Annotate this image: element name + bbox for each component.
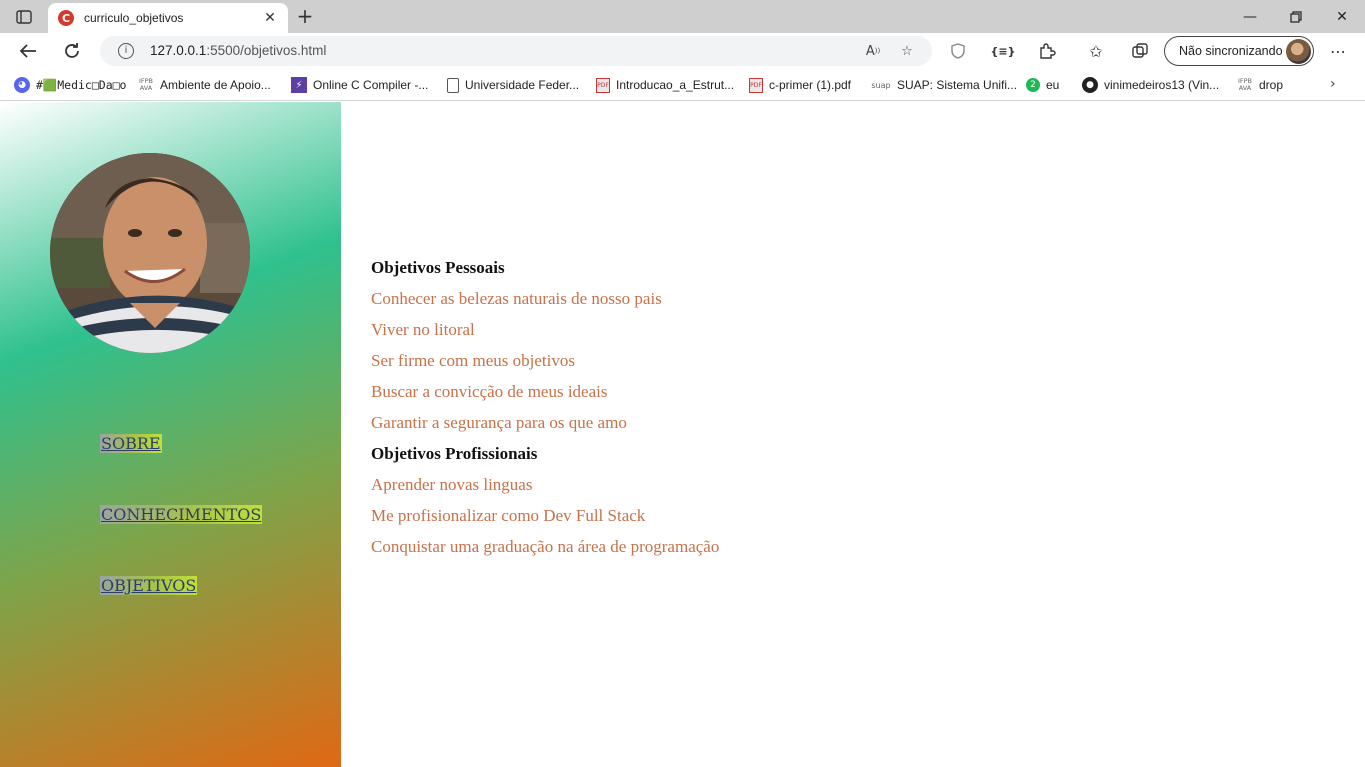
profile-avatar	[1286, 39, 1311, 64]
tab-title: curriculo_objetivos	[84, 11, 184, 25]
nav-link-sobre[interactable]: SOBRE	[100, 434, 162, 453]
discord-icon: ◕	[14, 77, 30, 93]
bookmark-label: vinimedeiros13 (Vin...	[1104, 78, 1220, 92]
objective-item: Conquistar uma graduação na área de prog…	[371, 537, 720, 556]
objective-item: Garantir a segurança para os que amo	[371, 413, 627, 432]
address-url[interactable]: 127.0.0.1:5500/objetivos.html	[150, 43, 326, 58]
objective-item: Me profisionalizar como Dev Full Stack	[371, 506, 646, 525]
ifpb-ava-icon: IFPB AVA	[138, 77, 154, 92]
favorites-icon[interactable]: ✩	[1082, 37, 1110, 65]
bookmark-item[interactable]: suap SUAP: Sistema Unifi...	[871, 76, 1017, 94]
profile-photo	[50, 153, 250, 353]
bookmark-item[interactable]: Universidade Feder...	[447, 76, 579, 94]
bookmark-item[interactable]: ● vinimedeiros13 (Vin...	[1082, 76, 1219, 94]
browser-toolbar: i 127.0.0.1:5500/objetivos.html A)) ☆ {≡…	[0, 33, 1365, 69]
bookmarks-bar: ◕ #🟩Medic□Da□o IFPB AVA Ambiente de Apoio..…	[0, 69, 1365, 101]
site-info-icon[interactable]: i	[118, 43, 134, 59]
tab-strip: C curriculo_objetivos ✕ + — ✕	[0, 0, 1365, 33]
new-tab-icon[interactable]: +	[293, 4, 317, 28]
tab-actions-icon[interactable]	[8, 6, 40, 28]
bookmark-label: #🟩Medic□Da□o	[36, 78, 127, 92]
url-host: 127.0.0.1	[150, 43, 207, 58]
nav-link-objetivos[interactable]: OBJETIVOS	[100, 576, 198, 595]
restore-icon[interactable]	[1273, 0, 1319, 33]
nav-link-conhecimentos[interactable]: CONHECIMENTOS	[100, 505, 263, 524]
bookmark-item[interactable]: PDF Introducao_a_Estrut...	[596, 76, 734, 94]
ifpb-ava-icon: IFPB AVA	[1237, 77, 1253, 92]
sidebar: SOBRE CONHECIMENTOS OBJETIVOS	[0, 102, 341, 767]
bookmark-item[interactable]: IFPB AVA drop	[1237, 76, 1283, 94]
minimize-icon[interactable]: —	[1227, 0, 1273, 33]
objectives-content: Objetivos Pessoais Conhecer as belezas n…	[371, 257, 719, 567]
back-icon[interactable]	[14, 37, 42, 65]
bookmark-item[interactable]: 2 eu	[1026, 76, 1059, 94]
badge-icon: 2	[1026, 78, 1040, 92]
bookmark-label: drop	[1259, 78, 1284, 92]
extensions-icon[interactable]	[1033, 37, 1061, 65]
objective-item: Viver no litoral	[371, 320, 475, 339]
professional-objectives-heading: Objetivos Profissionais	[371, 444, 538, 463]
active-tab[interactable]: C curriculo_objetivos ✕	[48, 3, 288, 33]
site-favicon-icon: C	[58, 10, 74, 26]
bookmark-label: SUAP: Sistema Unifi...	[897, 78, 1018, 92]
bookmark-label: c-primer (1).pdf	[769, 78, 852, 92]
objective-item: Conhecer as belezas naturais de nosso pa…	[371, 289, 662, 308]
chevron-right-icon[interactable]: ›	[1330, 76, 1336, 92]
bookmark-label: Online C Compiler -...	[313, 78, 429, 92]
objective-item: Ser firme com meus objetivos	[371, 351, 575, 370]
bolt-icon: ⚡	[291, 77, 307, 93]
tracking-prevention-icon[interactable]	[944, 37, 972, 65]
address-bar[interactable]: i 127.0.0.1:5500/objetivos.html A)) ☆	[100, 36, 932, 66]
bookmark-item[interactable]: ⚡ Online C Compiler -...	[291, 76, 428, 94]
close-window-icon[interactable]: ✕	[1319, 0, 1365, 33]
objective-item: Aprender novas linguas	[371, 475, 533, 494]
url-path: :5500/objetivos.html	[206, 43, 327, 58]
add-favorite-icon[interactable]: ☆	[896, 40, 918, 62]
objective-item: Buscar a convicção de meus ideais	[371, 382, 608, 401]
read-aloud-icon[interactable]: A))	[862, 40, 884, 62]
refresh-icon[interactable]	[58, 37, 86, 65]
github-icon: ●	[1082, 77, 1098, 93]
document-icon	[447, 77, 459, 93]
bookmark-label: Universidade Feder...	[465, 78, 580, 92]
bookmark-label: eu	[1046, 78, 1060, 92]
more-options-icon[interactable]: ⋯	[1324, 37, 1352, 65]
bookmark-label: Ambiente de Apoio...	[160, 78, 271, 92]
close-tab-icon[interactable]: ✕	[260, 8, 280, 28]
pdf-icon: PDF	[749, 77, 763, 93]
bookmark-item[interactable]: IFPB AVA Ambiente de Apoio...	[138, 76, 271, 94]
page-viewport: SOBRE CONHECIMENTOS OBJETIVOS Objetivos …	[0, 102, 1365, 767]
personal-objectives-heading: Objetivos Pessoais	[371, 258, 505, 277]
profile-sync-button[interactable]: Não sincronizando	[1164, 36, 1314, 66]
sync-status-label: Não sincronizando	[1179, 44, 1283, 58]
suap-icon: suap	[871, 80, 891, 90]
collections-icon[interactable]	[1126, 37, 1154, 65]
extension-braces-icon[interactable]: {≡}	[989, 37, 1017, 65]
bookmark-item[interactable]: PDF c-primer (1).pdf	[749, 76, 851, 94]
pdf-icon: PDF	[596, 77, 610, 93]
bookmark-label: Introducao_a_Estrut...	[616, 78, 735, 92]
bookmark-item[interactable]: ◕ #🟩Medic□Da□o	[14, 76, 126, 94]
